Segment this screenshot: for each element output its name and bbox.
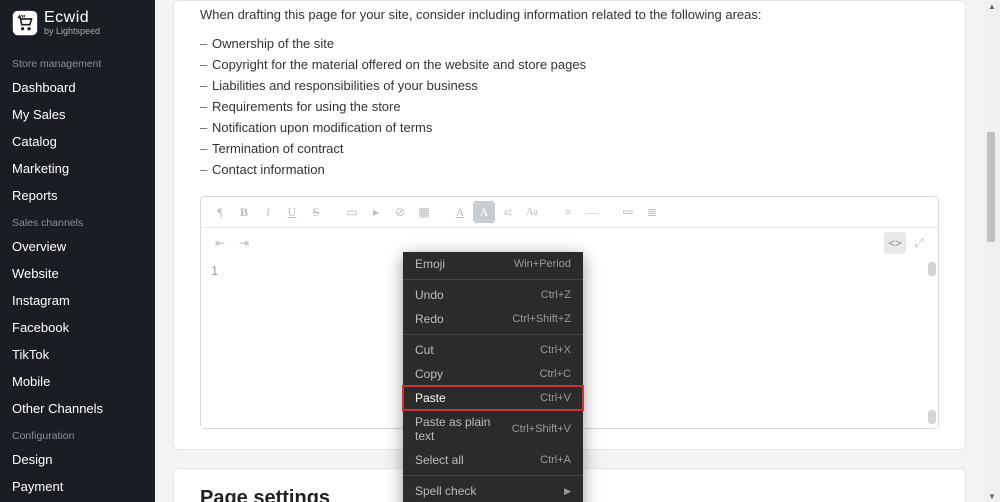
list-item: Liabilities and responsibilities of your… (200, 75, 939, 96)
font-size-icon[interactable]: a‡ (497, 201, 519, 223)
nav-website[interactable]: Website (0, 260, 155, 287)
editor-scrollbar[interactable] (928, 262, 936, 424)
nav-catalog[interactable]: Catalog (0, 128, 155, 155)
list-item: Contact information (200, 159, 939, 180)
fullscreen-icon[interactable]: ⤢ (908, 232, 930, 254)
logo-subtext: by Lightspeed (44, 27, 100, 36)
context-menu: EmojiWin+Period UndoCtrl+Z RedoCtrl+Shif… (403, 252, 583, 502)
ctx-cut[interactable]: CutCtrl+X (403, 338, 583, 362)
image-icon[interactable]: ▭ (341, 201, 363, 223)
main-content: When drafting this page for your site, c… (155, 0, 1000, 502)
logo-text: Ecwid (44, 10, 100, 26)
ctx-separator (403, 334, 583, 335)
scroll-down-icon[interactable]: ▼ (986, 490, 998, 502)
hr-icon[interactable]: — (581, 201, 603, 223)
video-icon[interactable]: ▸ (365, 201, 387, 223)
sidebar: Ecwid by Lightspeed Store management Das… (0, 0, 155, 502)
list-item: Requirements for using the store (200, 96, 939, 117)
indent-icon[interactable]: ⇥ (233, 232, 255, 254)
list-item: Termination of contract (200, 138, 939, 159)
list-item: Notification upon modification of terms (200, 117, 939, 138)
scroll-thumb[interactable] (987, 132, 995, 242)
underline-icon[interactable]: U (281, 201, 303, 223)
nav-group-sales: Sales channels Overview Website Instagra… (0, 209, 155, 422)
scroll-up-icon[interactable]: ▲ (986, 0, 998, 12)
ctx-select-all[interactable]: Select allCtrl+A (403, 448, 583, 472)
nav-mobile[interactable]: Mobile (0, 368, 155, 395)
logo: Ecwid by Lightspeed (0, 10, 155, 50)
font-family-icon[interactable]: Aa (521, 201, 543, 223)
intro-text: When drafting this page for your site, c… (200, 1, 939, 33)
ctx-paste[interactable]: PasteCtrl+V (403, 386, 583, 410)
bg-color-icon[interactable]: A (473, 201, 495, 223)
outdent-icon[interactable]: ⇤ (209, 232, 231, 254)
nav-other-channels[interactable]: Other Channels (0, 395, 155, 422)
ctx-redo[interactable]: RedoCtrl+Shift+Z (403, 307, 583, 331)
nav-dashboard[interactable]: Dashboard (0, 74, 155, 101)
line-number: 1 (211, 264, 218, 278)
italic-icon[interactable]: I (257, 201, 279, 223)
list-item: Copyright for the material offered on th… (200, 54, 939, 75)
editor-toolbar-row1: ¶ B I U S ▭ ▸ ⊘ ▦ A A a‡ Aa ≡ (201, 197, 938, 228)
strike-icon[interactable]: S (305, 201, 327, 223)
link-icon[interactable]: ⊘ (389, 201, 411, 223)
nav-group-config: Configuration Design Payment Shipping & … (0, 422, 155, 502)
cart-icon (12, 10, 38, 36)
paragraph-icon[interactable]: ¶ (209, 201, 231, 223)
list-item: Ownership of the site (200, 33, 939, 54)
code-view-icon[interactable]: <> (884, 232, 906, 254)
nav-reports[interactable]: Reports (0, 182, 155, 209)
nav-heading: Configuration (0, 422, 155, 446)
nav-my-sales[interactable]: My Sales (0, 101, 155, 128)
ctx-spell-check[interactable]: Spell check▶ (403, 479, 583, 502)
nav-marketing[interactable]: Marketing (0, 155, 155, 182)
ctx-undo[interactable]: UndoCtrl+Z (403, 283, 583, 307)
ordered-list-icon[interactable]: ≔ (617, 201, 639, 223)
bold-icon[interactable]: B (233, 201, 255, 223)
nav-heading: Sales channels (0, 209, 155, 233)
ctx-paste-plain[interactable]: Paste as plain textCtrl+Shift+V (403, 410, 583, 448)
table-icon[interactable]: ▦ (413, 201, 435, 223)
text-color-icon[interactable]: A (449, 201, 471, 223)
nav-facebook[interactable]: Facebook (0, 314, 155, 341)
ctx-emoji[interactable]: EmojiWin+Period (403, 252, 583, 276)
nav-payment[interactable]: Payment (0, 473, 155, 500)
ctx-separator (403, 279, 583, 280)
unordered-list-icon[interactable]: ≣ (641, 201, 663, 223)
nav-overview[interactable]: Overview (0, 233, 155, 260)
nav-tiktok[interactable]: TikTok (0, 341, 155, 368)
nav-heading: Store management (0, 50, 155, 74)
ctx-copy[interactable]: CopyCtrl+C (403, 362, 583, 386)
nav-group-store: Store management Dashboard My Sales Cata… (0, 50, 155, 209)
ctx-separator (403, 475, 583, 476)
align-left-icon[interactable]: ≡ (557, 201, 579, 223)
nav-instagram[interactable]: Instagram (0, 287, 155, 314)
nav-design[interactable]: Design (0, 446, 155, 473)
page-scrollbar[interactable]: ▲ ▼ (984, 0, 1000, 502)
bullet-list: Ownership of the site Copyright for the … (200, 33, 939, 196)
